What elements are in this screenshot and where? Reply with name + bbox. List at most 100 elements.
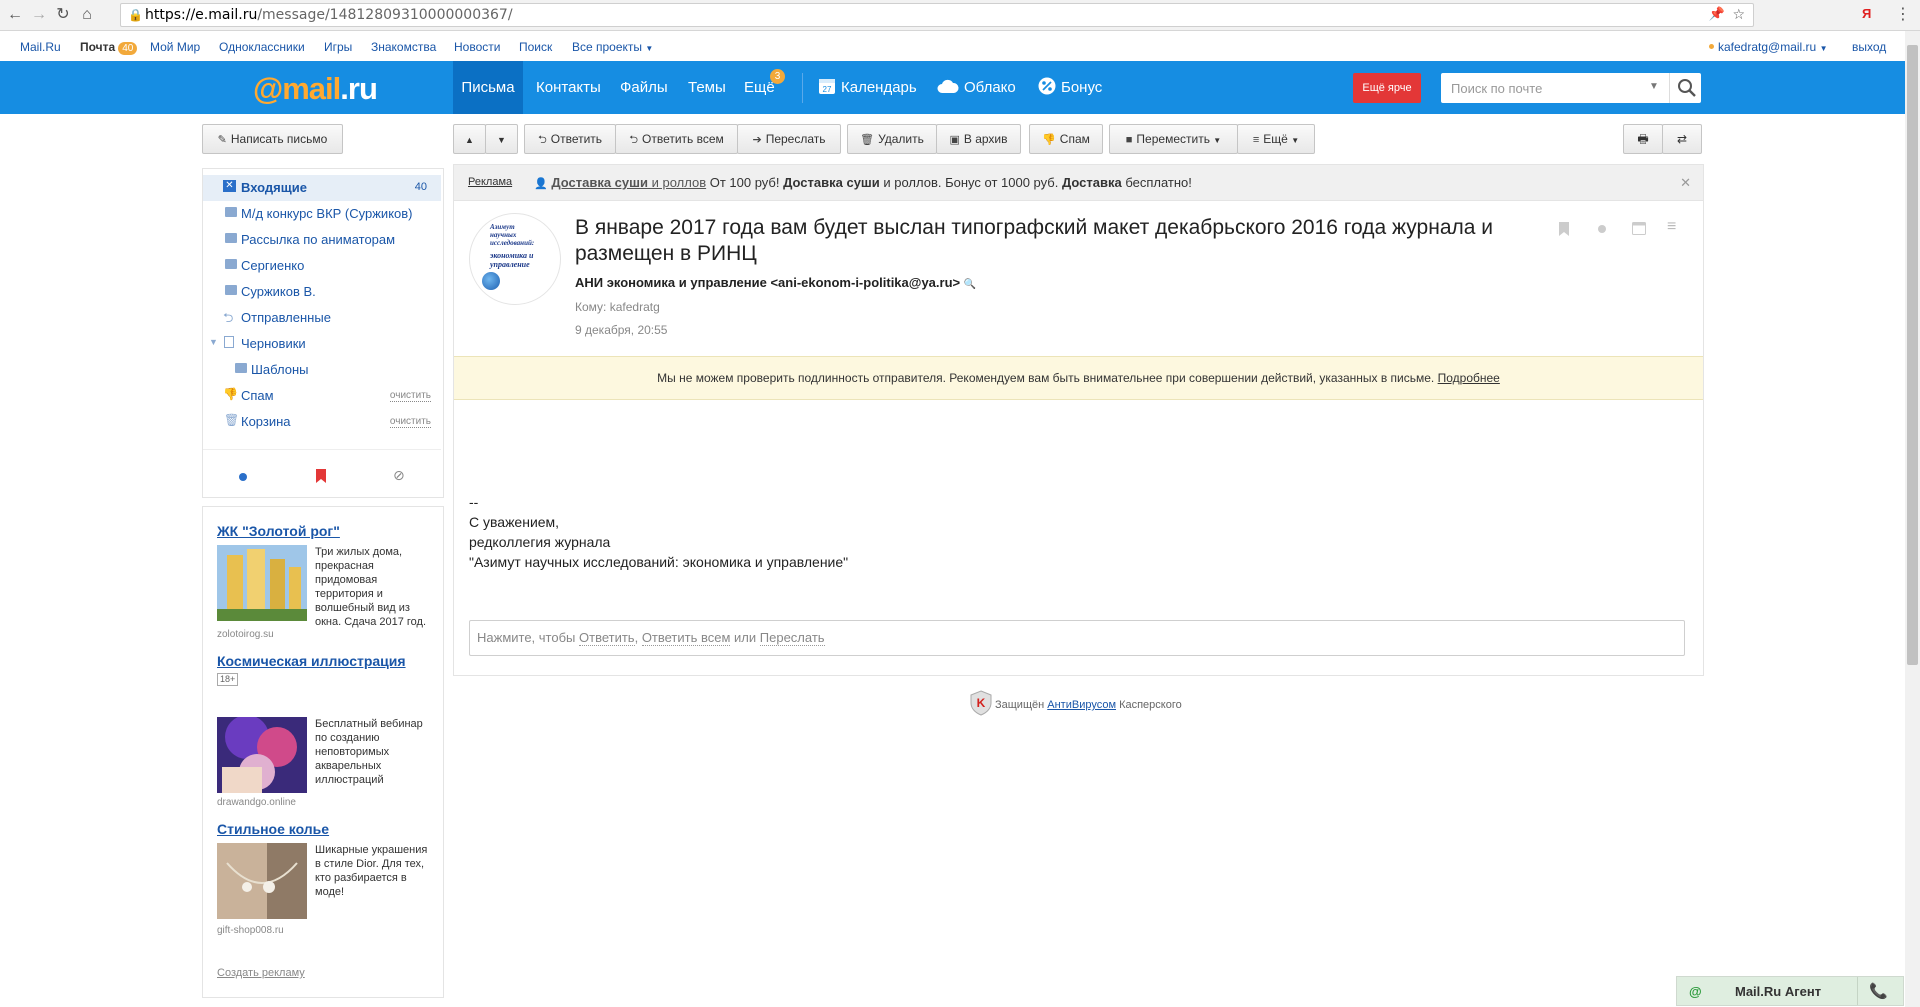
tab-letters[interactable]: Письма (453, 61, 523, 114)
folder-templates[interactable]: Шаблоны (203, 357, 441, 383)
compose-icon: ✎ (217, 134, 227, 146)
forward-icon[interactable]: → (30, 6, 48, 24)
folder-inbox[interactable]: ✕ Входящие 40 (203, 175, 441, 201)
folder-trash[interactable]: 🗑 Корзина очистить (203, 409, 441, 435)
browser-menu-icon[interactable]: ⋮ (1895, 4, 1911, 24)
back-icon[interactable]: ← (6, 6, 24, 24)
quick-reply-link[interactable]: Ответить (579, 630, 635, 646)
folder-surzhikov[interactable]: Суржиков В. (203, 279, 441, 305)
folder-drafts[interactable]: ▼ Черновики (203, 331, 441, 357)
user-account-menu[interactable]: kafedratg@mail.ru ▼ (1718, 40, 1828, 54)
portal-link-search[interactable]: Поиск (519, 40, 552, 54)
ad-text: Три жилых дома, прекрасная придомовая те… (315, 546, 427, 628)
tab-files[interactable]: Файлы (620, 61, 668, 114)
calendar-link[interactable]: 27 Календарь (818, 61, 917, 114)
toggle-view-button[interactable]: ⇄ (1662, 124, 1702, 154)
sender-avatar[interactable]: Азимут научных исследований: экономика и… (469, 213, 561, 305)
warning-more-link[interactable]: Подробнее (1438, 371, 1500, 385)
compose-button[interactable]: ✎ Написать письмо (202, 124, 343, 154)
ad-strip-text-1: От 100 руб! (706, 175, 784, 190)
portal-link-dating[interactable]: Знакомства (371, 40, 436, 54)
yandex-extension-icon[interactable]: Я (1862, 6, 1871, 21)
quick-forward-link[interactable]: Переслать (759, 630, 825, 646)
search-input[interactable]: Поиск по почте (1451, 81, 1542, 96)
message-menu-icon[interactable]: ≡ (1667, 218, 1676, 236)
reply-all-button[interactable]: ⮌ Ответить всем (615, 124, 738, 154)
home-icon[interactable]: ⌂ (78, 6, 96, 24)
folder-vkr-contest[interactable]: М/д конкурс ВКР (Суржиков) (203, 201, 441, 227)
create-ad-link[interactable]: Создать рекламу (217, 967, 305, 979)
archive-button[interactable]: ▣ В архив (936, 124, 1021, 154)
clear-spam-link[interactable]: очистить (389, 390, 431, 402)
agent-at-icon: @ (1689, 984, 1702, 999)
print-button[interactable]: 🖶 (1623, 124, 1663, 154)
search-sender-icon[interactable]: 🔍 (964, 279, 976, 290)
bonus-link[interactable]: Бонус (1038, 61, 1102, 114)
portal-link-all-projects[interactable]: Все проекты ▼ (572, 40, 653, 54)
portal-link-games[interactable]: Игры (324, 40, 352, 54)
close-ad-icon[interactable]: ✕ (1680, 165, 1691, 200)
calendar-event-icon[interactable] (1632, 221, 1646, 235)
delete-button[interactable]: 🗑 Удалить (847, 124, 937, 154)
move-button[interactable]: ■ Переместить ▼ (1109, 124, 1238, 154)
cloud-link[interactable]: Облако (937, 61, 1016, 114)
prev-message-button[interactable]: ▲ (453, 124, 486, 154)
reply-button[interactable]: ⮌ Ответить (524, 124, 616, 154)
folder-sergienko[interactable]: Сергиенко (203, 253, 441, 279)
avatar-line: научных (490, 231, 517, 239)
brighter-button[interactable]: Ещё ярче (1353, 73, 1421, 103)
unread-filter-icon[interactable] (239, 473, 247, 481)
portal-link-mailru[interactable]: Mail.Ru (20, 40, 61, 54)
page-scrollbar[interactable] (1905, 31, 1920, 1007)
mailru-agent-bar[interactable]: @ Mail.Ru Агент 📞 (1676, 976, 1904, 1006)
ad-strip-link[interactable]: Доставка суши (551, 175, 648, 190)
next-message-button[interactable]: ▼ (485, 124, 518, 154)
portal-link-odnoklassniki[interactable]: Одноклассники (219, 40, 305, 54)
forward-button[interactable]: ➔ Переслать (737, 124, 841, 154)
more-actions-button[interactable]: ≡ Ещё ▼ (1237, 124, 1315, 154)
folder-animators[interactable]: Рассылка по аниматорам (203, 227, 441, 253)
search-icon[interactable] (1677, 78, 1697, 98)
spam-button[interactable]: 👎 Спам (1029, 124, 1103, 154)
ad-text: Бесплатный вебинар по созданию неповтори… (315, 718, 423, 786)
read-status-icon[interactable] (1598, 225, 1606, 233)
ad-image-necklace[interactable] (217, 843, 307, 919)
bookmark-star-icon[interactable]: ☆ (1732, 4, 1745, 26)
ad-title[interactable]: Стильное колье (217, 821, 329, 837)
flag-icon[interactable] (1558, 222, 1570, 236)
folder-sent[interactable]: ⮌ Отправленные (203, 305, 441, 331)
message-sender[interactable]: АНИ экономика и управление <ani-ekonom-i… (575, 275, 976, 290)
phone-icon[interactable]: 📞 (1869, 982, 1888, 1000)
scrollbar-thumb[interactable] (1907, 45, 1918, 665)
ad-title[interactable]: ЖК "Золотой рог" (217, 523, 340, 539)
folder-spam[interactable]: 👎 Спам очистить (203, 383, 441, 409)
attachment-filter-icon[interactable]: ⊘ (393, 467, 405, 484)
tab-contacts[interactable]: Контакты (536, 61, 601, 114)
ad-strip-link-suffix[interactable]: и роллов (648, 175, 707, 190)
tab-more[interactable]: Ещё (744, 61, 775, 114)
delete-label: Удалить (878, 132, 924, 146)
ad-title[interactable]: Космическая иллюстрация (217, 653, 406, 669)
ad-strip-text[interactable]: 👤 Доставка суши и роллов От 100 руб! Дос… (534, 165, 1192, 202)
pin-icon[interactable]: 📌 (1709, 4, 1725, 26)
mail-search[interactable]: Поиск по почте ▼ (1441, 73, 1701, 103)
portal-link-moymir[interactable]: Мой Мир (150, 40, 200, 54)
collapse-triangle-icon[interactable]: ▼ (209, 337, 218, 347)
portal-link-news[interactable]: Новости (454, 40, 500, 54)
message-ad-strip: Реклама 👤 Доставка суши и роллов От 100 … (454, 165, 1703, 201)
ad-image-illustration[interactable] (217, 717, 307, 793)
portal-link-mail[interactable]: Почта 40 (80, 40, 138, 55)
ad-image-buildings[interactable] (217, 545, 307, 621)
quick-reply-all-link[interactable]: Ответить всем (641, 630, 731, 646)
mailru-logo[interactable]: @mail.ru (253, 71, 378, 107)
quick-reply-box[interactable]: Нажмите, чтобы Ответить, Ответить всем и… (469, 620, 1685, 656)
logout-link[interactable]: выход (1852, 40, 1886, 54)
clear-trash-link[interactable]: очистить (389, 416, 431, 428)
reload-icon[interactable]: ↻ (54, 6, 72, 24)
address-bar[interactable]: 🔒 https://e.mail.ru/message/148128093100… (120, 3, 1754, 27)
kaspersky-link[interactable]: АнтиВирусом (1047, 699, 1116, 711)
ad-label[interactable]: Реклама (468, 165, 512, 200)
flag-filter-icon[interactable] (315, 469, 327, 483)
search-options-icon[interactable]: ▼ (1649, 81, 1659, 92)
tab-themes[interactable]: Темы (688, 61, 726, 114)
